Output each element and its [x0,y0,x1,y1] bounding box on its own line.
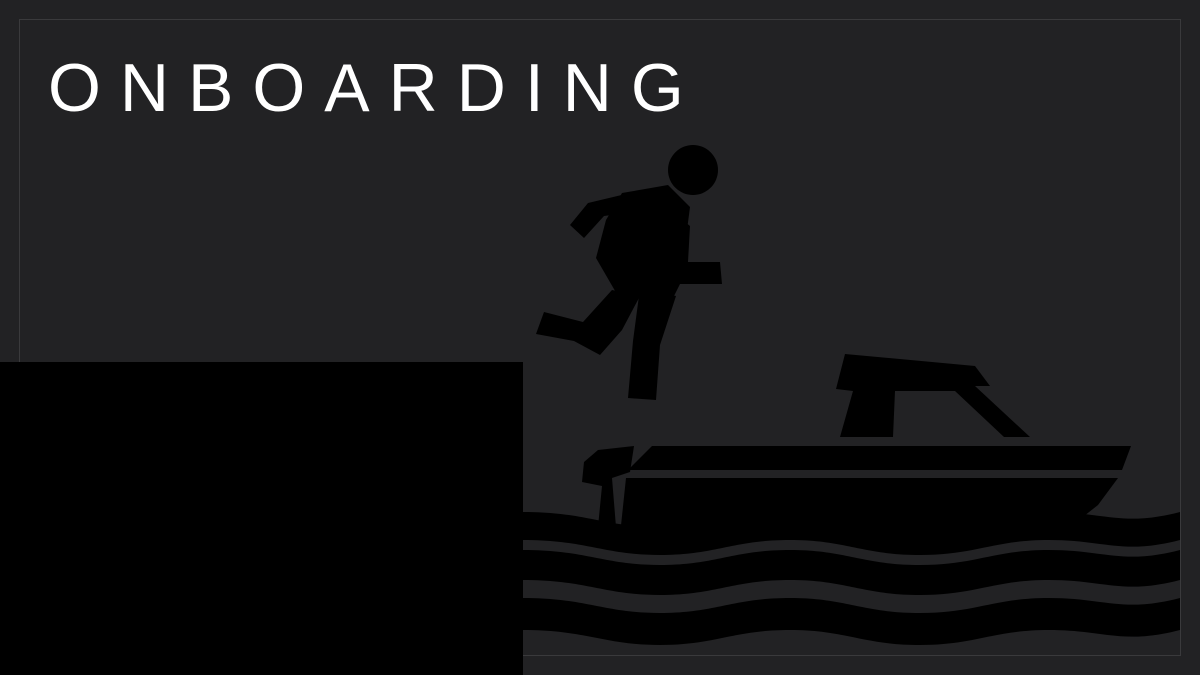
dock-icon [0,362,523,675]
boat-icon [582,354,1131,535]
waves-icon [523,512,1180,645]
onboarding-illustration [0,145,1180,675]
person-running-icon [536,145,722,400]
onboarding-banner: ONBOARDING [0,0,1200,675]
